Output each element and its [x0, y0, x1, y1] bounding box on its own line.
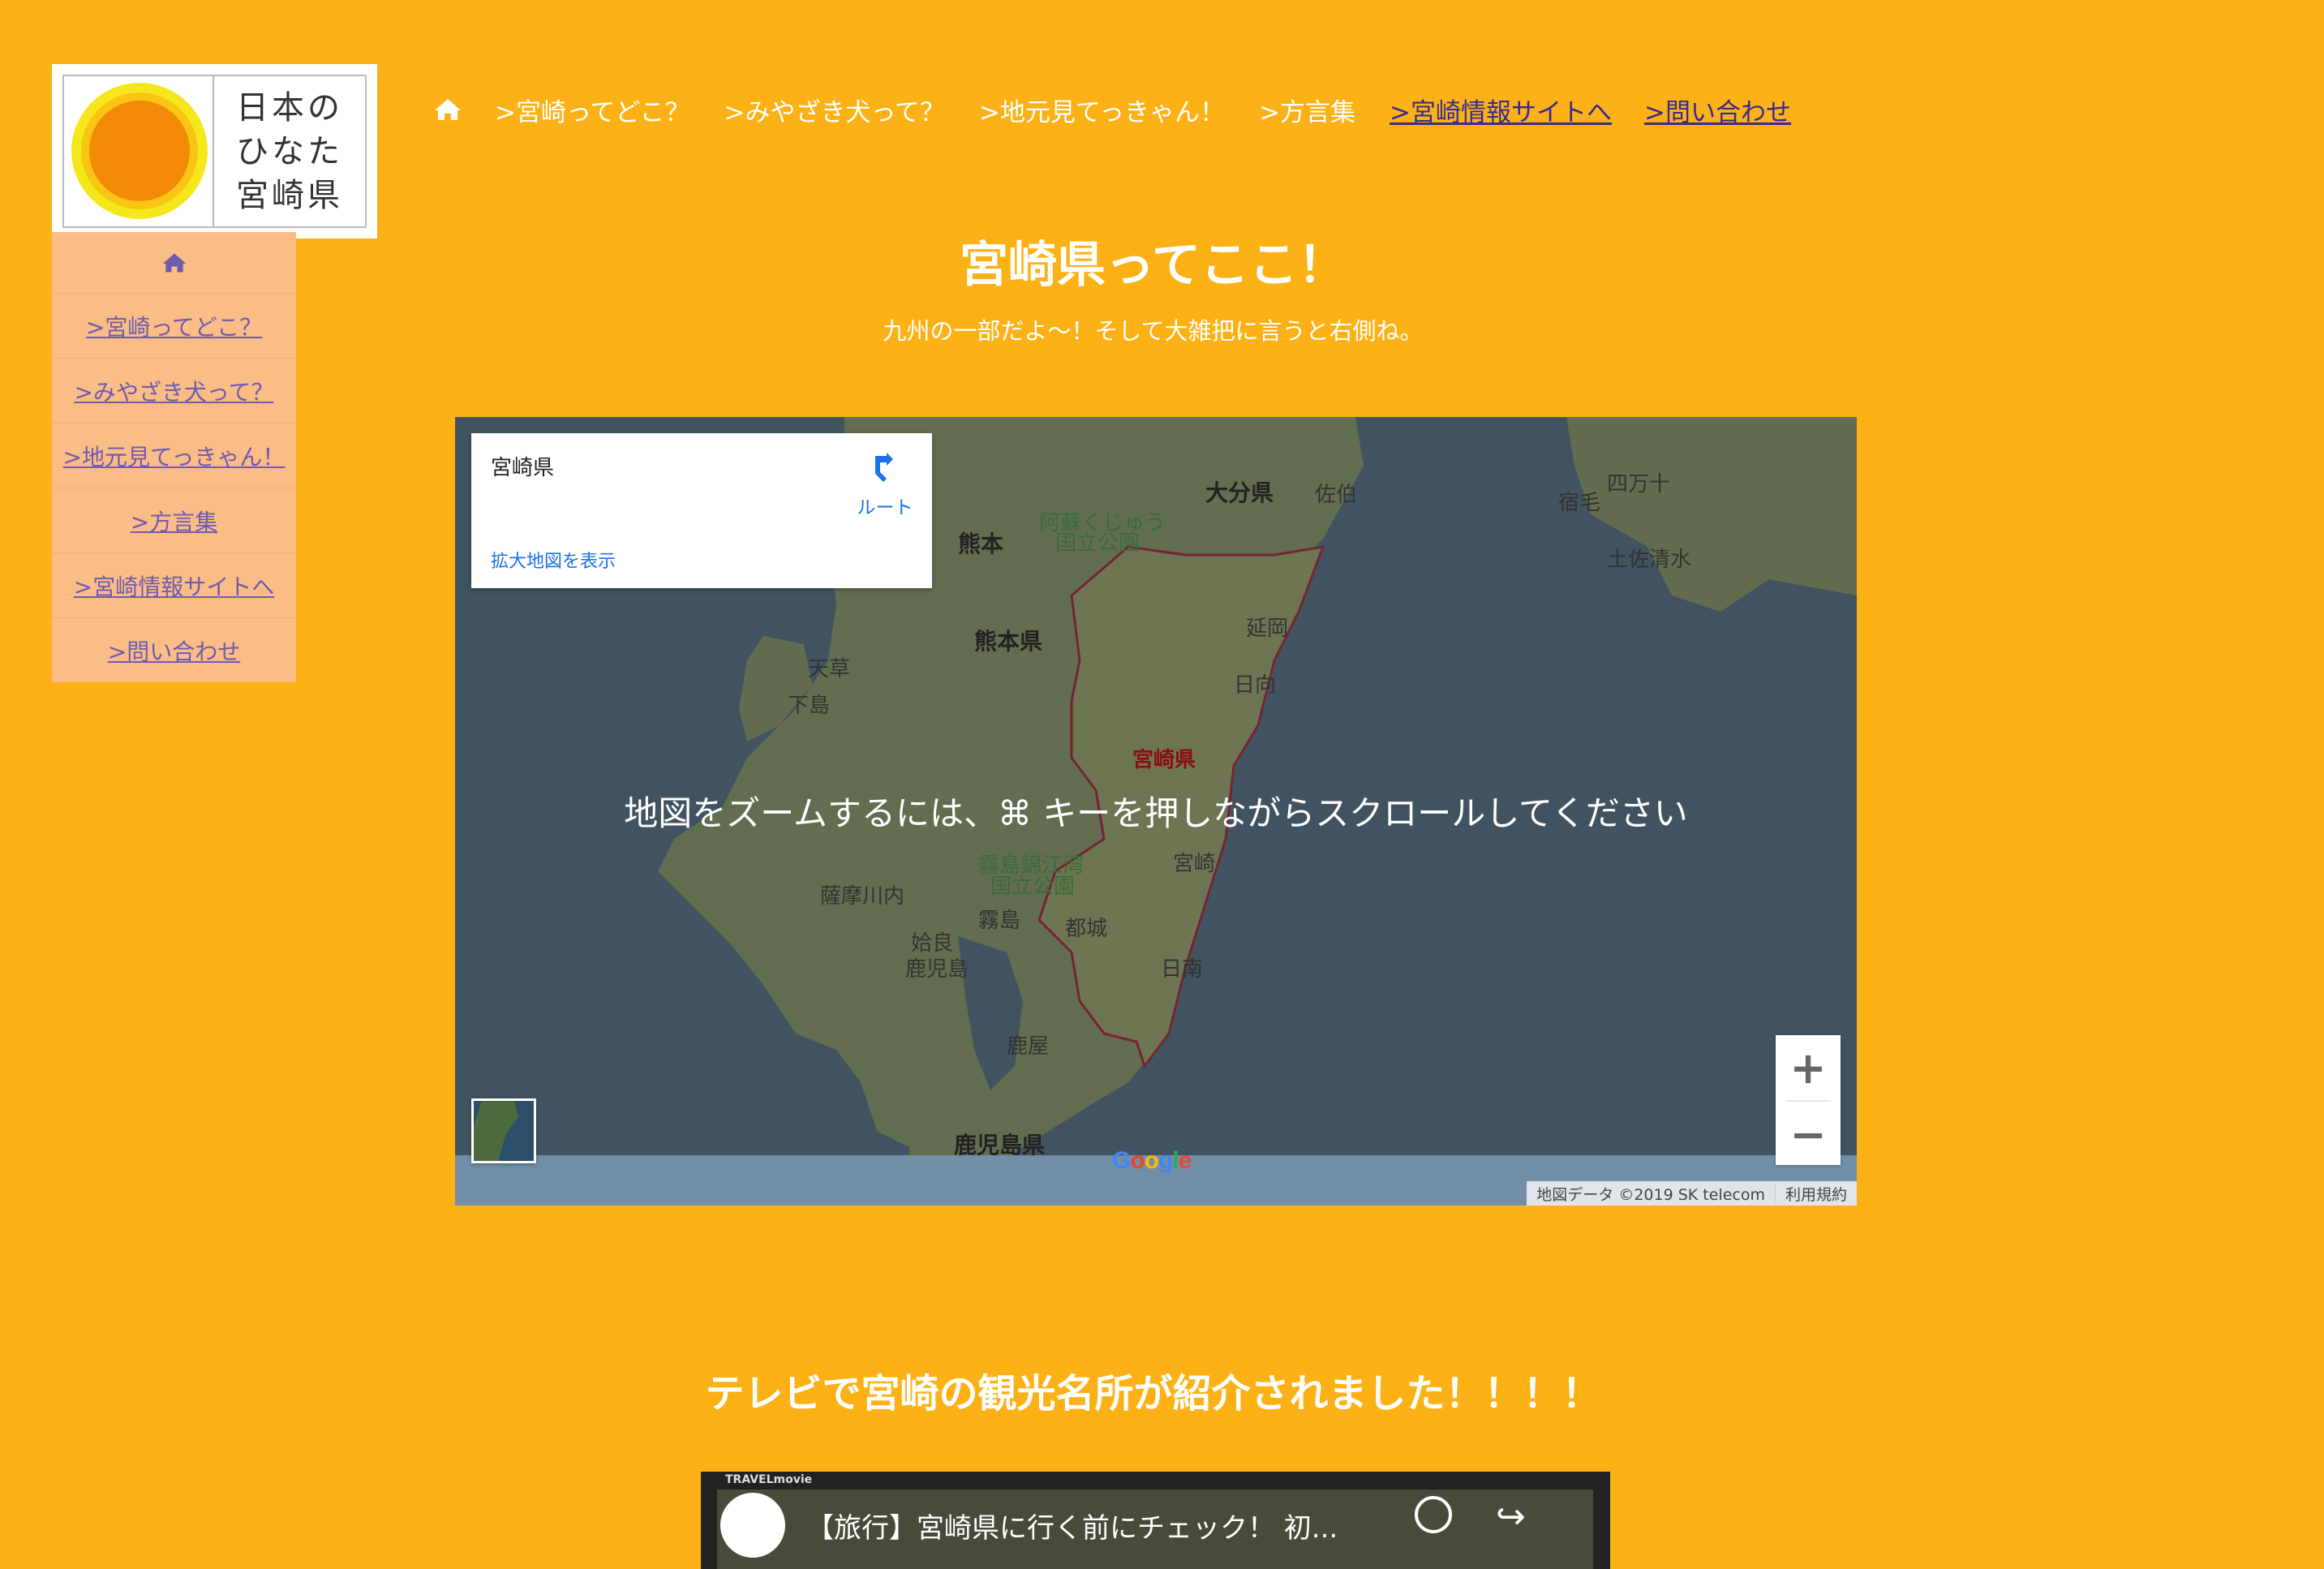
logo-line-3: 宮崎県: [236, 176, 343, 214]
nav-link-contact[interactable]: >問い合わせ: [1644, 92, 1791, 128]
map-label-kirishima: 霧島: [978, 909, 1021, 933]
map-label-aso-2: 国立公園: [1055, 531, 1141, 556]
sidebar-item-home[interactable]: [52, 232, 296, 294]
sun-logo-icon: [64, 76, 214, 226]
map-label-kagoshima: 鹿児島: [905, 957, 969, 982]
home-icon: [435, 99, 461, 120]
directions-icon: [875, 453, 893, 482]
channel-avatar[interactable]: [720, 1493, 785, 1558]
map-label-miyakonojo: 都城: [1065, 917, 1108, 941]
page-title: 宮崎県ってここ！: [960, 237, 1347, 294]
nav-item-where[interactable]: >宮崎ってどこ？: [495, 92, 690, 128]
nav-home-link[interactable]: [433, 97, 462, 122]
nav-link-info-site[interactable]: >宮崎情報サイトへ: [1390, 92, 1612, 128]
map-label-shimoshima: 下島: [788, 694, 831, 718]
route-button[interactable]: ルート: [844, 451, 926, 519]
sidebar-item-contact[interactable]: >問い合わせ: [52, 618, 296, 682]
top-nav: >宮崎ってどこ？ >みやざき犬って？ >地元見てっきゃん！ >方言集 >宮崎情報…: [433, 89, 1824, 130]
watch-later-icon[interactable]: [1415, 1496, 1452, 1533]
larger-map-link[interactable]: 拡大地図を表示: [491, 547, 616, 573]
map-label-kumamoto-pref: 熊本県: [974, 628, 1043, 655]
nav-item-local[interactable]: >地元見てっきゃん！: [979, 92, 1225, 128]
share-icon[interactable]: ↪: [1496, 1496, 1526, 1537]
map-label-oita-pref: 大分県: [1205, 479, 1274, 506]
logo-text: 日本の ひなた 宮崎県: [214, 76, 365, 226]
nav-item-dog[interactable]: >みやざき犬って？: [724, 92, 945, 128]
map-label-shimanto: 四万十: [1607, 472, 1671, 496]
map-label-nobeoka: 延岡: [1246, 617, 1289, 641]
video-title[interactable]: 【旅行】宮崎県に行く前にチェック！ 初...: [806, 1506, 1338, 1545]
logo-line-1: 日本の: [236, 88, 343, 127]
satellite-toggle[interactable]: [471, 1098, 536, 1163]
page-subtitle: 九州の一部だよ〜！そして大雑把に言うと右側ね。: [883, 317, 1424, 345]
map-place-card: 宮崎県 ルート 拡大地図を表示: [471, 433, 932, 588]
logo-line-2: ひなた: [236, 132, 343, 170]
map-label-sukumo: 宿毛: [1558, 491, 1601, 515]
sidebar-item-where[interactable]: >宮崎ってどこ？: [52, 294, 296, 359]
map-data-credit: 地図データ ©2019 SK telecom: [1536, 1185, 1765, 1204]
sidebar-item-dialect[interactable]: >方言集: [52, 488, 296, 553]
sidebar-item-info-site[interactable]: >宮崎情報サイトへ: [52, 553, 296, 618]
map-zoom-hint: 地図をズームするには、⌘ キーを押しながらスクロールしてください: [624, 793, 1688, 833]
sidebar-item-dog[interactable]: >みやざき犬って？: [52, 359, 296, 423]
map-label-kagoshima-pref: 鹿児島県: [954, 1132, 1046, 1158]
map-footer: 地図データ ©2019 SK telecom 利用規約: [1527, 1181, 1857, 1206]
map-label-amakusa: 天草: [808, 657, 851, 681]
embedded-map[interactable]: 熊本 熊本県 阿蘇くじゅう 国立公園 大分県 佐伯 宿毛 四万十 土佐清水 延岡…: [455, 417, 1857, 1206]
sidebar: >宮崎ってどこ？ >みやざき犬って？ >地元見てっきゃん！ >方言集 >宮崎情報…: [52, 232, 296, 682]
zoom-controls: + −: [1776, 1035, 1841, 1165]
map-label-kirishima-park-2: 国立公園: [990, 875, 1076, 899]
video-player[interactable]: TRAVELmovie 【旅行】宮崎県に行く前にチェック！ 初... ↪: [701, 1472, 1610, 1569]
place-name: 宮崎県: [491, 456, 555, 480]
map-label-saiki: 佐伯: [1315, 483, 1358, 507]
map-label-kumamoto: 熊本: [958, 531, 1004, 557]
map-label-hyuga: 日向: [1234, 673, 1277, 698]
map-label-tosashimizu: 土佐清水: [1607, 548, 1692, 572]
zoom-in-button[interactable]: +: [1776, 1035, 1841, 1100]
section-title-tv: テレビで宮崎の観光名所が紹介されました！！！！: [705, 1371, 1601, 1416]
sidebar-item-local[interactable]: >地元見てっきゃん！: [52, 423, 296, 488]
site-logo[interactable]: 日本の ひなた 宮崎県: [52, 64, 377, 239]
map-label-miyazaki: 宮崎: [1173, 852, 1216, 876]
route-label: ルート: [857, 497, 913, 518]
satellite-icon: [474, 1101, 518, 1161]
map-label-satsumasendai: 薩摩川内: [820, 884, 905, 909]
zoom-out-button[interactable]: −: [1776, 1102, 1841, 1167]
map-label-kanoya: 鹿屋: [1007, 1034, 1050, 1059]
home-icon: [162, 252, 186, 273]
google-logo[interactable]: Google: [1112, 1147, 1192, 1175]
map-terms-link[interactable]: 利用規約: [1776, 1183, 1857, 1205]
map-label-miyazaki-pref: 宮崎県: [1132, 748, 1196, 772]
map-label-nichinan: 日南: [1161, 957, 1204, 982]
nav-item-dialect[interactable]: >方言集: [1259, 92, 1355, 128]
video-brand: TRAVELmovie: [725, 1473, 813, 1486]
